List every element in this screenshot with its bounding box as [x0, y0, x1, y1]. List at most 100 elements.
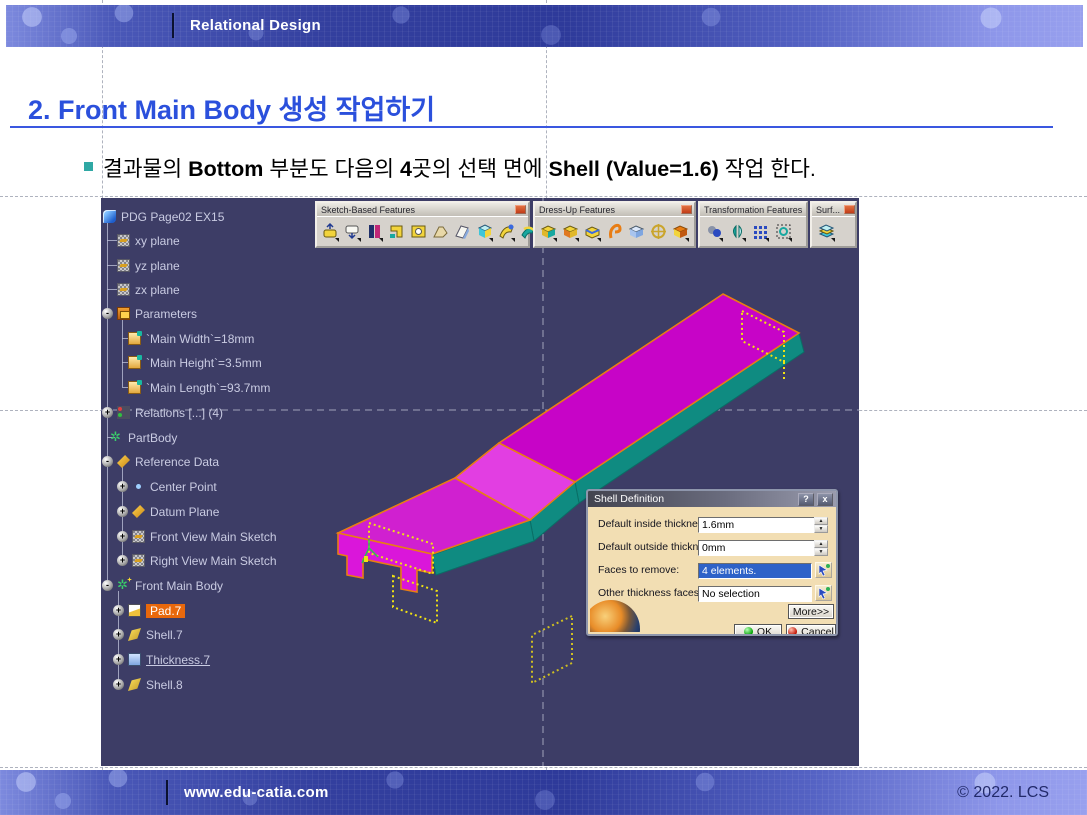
toolbar-title-bar[interactable]: Transformation Features [700, 203, 806, 216]
sweep-icon[interactable] [815, 219, 837, 244]
tree-line [107, 240, 117, 241]
spinner-control[interactable]: ▲ ▼ [814, 540, 828, 556]
edge-fillet-icon[interactable] [538, 219, 559, 244]
expand-node[interactable]: + [113, 654, 124, 665]
slide: Relational Design 2. Front Main Body 생성 … [0, 0, 1087, 815]
tree-item-center-point[interactable]: + Center Point [117, 479, 217, 494]
ok-button[interactable]: OK [734, 624, 782, 634]
page-title: 2. Front Main Body 생성 작업하기 [28, 95, 436, 125]
tree-line [107, 289, 117, 290]
rectangular-pattern-icon[interactable] [749, 219, 771, 244]
mirror-icon[interactable] [726, 219, 748, 244]
toolbar-sketch-based-features: Sketch-Based Features [315, 201, 536, 248]
expand-node[interactable]: + [117, 506, 128, 517]
tree-item-front-main-body[interactable]: -Front Main Body [102, 578, 223, 593]
expand-node[interactable]: + [117, 531, 128, 542]
toolbar-title-bar[interactable]: Surf... [812, 203, 855, 216]
spin-up-icon: ▲ [814, 540, 828, 548]
tree-item-right-view-main-sketch[interactable]: + Right View Main Sketch [117, 553, 277, 568]
faces-to-remove-input[interactable]: 4 elements. [698, 563, 812, 579]
axis-marker-origin [364, 556, 368, 562]
collapse-node[interactable]: - [102, 308, 113, 319]
multi-sections-solid-icon[interactable] [496, 219, 517, 244]
close-icon[interactable]: x [817, 492, 833, 506]
shell-icon[interactable] [582, 219, 603, 244]
chamfer-icon[interactable] [560, 219, 581, 244]
inside-thickness-input[interactable]: 1.6mm [698, 517, 828, 533]
shaft-icon[interactable] [364, 219, 385, 244]
expand-node[interactable]: + [113, 605, 124, 616]
outside-thickness-input[interactable]: 0mm [698, 540, 828, 556]
tree-item-main-length[interactable]: `Main Length`=93.7mm [128, 380, 270, 395]
expand-node[interactable]: + [102, 407, 113, 418]
slot-icon[interactable] [452, 219, 473, 244]
collapse-node[interactable]: - [102, 456, 113, 467]
toolbar-title-bar[interactable]: Dress-Up Features [535, 203, 694, 216]
toolbar-dress-up-features: Dress-Up Features [533, 201, 696, 248]
close-icon[interactable] [681, 205, 692, 214]
tree-item-shell8[interactable]: + Shell.8 [113, 677, 183, 692]
thickness-icon[interactable] [626, 219, 647, 244]
bullet-seg-bold: Bottom [188, 157, 264, 181]
toolbar-title-bar[interactable]: Sketch-Based Features [317, 203, 528, 216]
tree-item-parameters[interactable]: - Parameters [102, 306, 197, 321]
rib-icon[interactable] [430, 219, 451, 244]
expand-node[interactable]: + [113, 629, 124, 640]
dialog-title-bar[interactable]: Shell Definition ? x [588, 491, 836, 507]
tree-item-reference-data[interactable]: - Reference Data [102, 454, 219, 469]
expand-node[interactable]: + [113, 679, 124, 690]
bullet-seg: 작업 한다. [718, 157, 816, 181]
tree-item-pad7[interactable]: + Pad.7 [113, 603, 186, 618]
close-icon[interactable] [844, 205, 855, 214]
hole-icon[interactable] [408, 219, 429, 244]
shell-feature-icon [128, 678, 141, 691]
reference-data-icon [117, 455, 130, 468]
thread-tap-icon[interactable] [648, 219, 669, 244]
thickness-feature-icon [128, 653, 141, 666]
tree-item-datum-plane[interactable]: + Datum Plane [117, 504, 219, 519]
groove-icon[interactable] [386, 219, 407, 244]
tree-item-yz-plane[interactable]: yz plane [117, 258, 180, 273]
close-icon[interactable] [515, 205, 526, 214]
field-label: Faces to remove: [598, 564, 680, 576]
expand-node[interactable]: + [117, 481, 128, 492]
title-underline [10, 126, 1053, 128]
other-thickness-faces-input[interactable]: No selection [698, 586, 812, 602]
remove-face-icon[interactable] [670, 219, 691, 244]
scaling-icon[interactable] [772, 219, 794, 244]
tree-item-main-width[interactable]: `Main Width`=18mm [128, 331, 254, 346]
tree-item-root[interactable]: PDG Page02 EX15 [103, 209, 224, 224]
datum-plane-icon [132, 505, 145, 518]
cancel-button[interactable]: Cancel [786, 624, 836, 634]
draft-angle-icon[interactable] [604, 219, 625, 244]
stiffener-icon[interactable] [474, 219, 495, 244]
tree-item-partbody[interactable]: PartBody [110, 430, 177, 445]
plane-icon [117, 234, 130, 247]
tree-item-thickness7[interactable]: + Thickness.7 [113, 652, 210, 667]
face-picker-button[interactable] [815, 562, 832, 578]
tree-item-shell7[interactable]: + Shell.7 [113, 627, 183, 642]
bullet-seg-bold: Shell (Value=1.6) [548, 157, 719, 181]
pad-icon[interactable] [320, 219, 341, 244]
catia-screenshot: PDG Page02 EX15 xy plane yz plane zx pla… [101, 198, 859, 766]
tree-item-relations[interactable]: + Relations [...] (4) [102, 405, 223, 420]
face-picker-button[interactable] [815, 585, 832, 601]
tree-item-front-view-main-sketch[interactable]: + Front View Main Sketch [117, 529, 277, 544]
more-button[interactable]: More>> [788, 604, 834, 619]
pocket-icon[interactable] [342, 219, 363, 244]
part-icon [103, 210, 116, 223]
spinner-control[interactable]: ▲ ▼ [814, 517, 828, 533]
bullet-text: 결과물의 Bottom 부분도 다음의 4곳의 선택 면에 Shell (Val… [103, 152, 816, 183]
translation-icon[interactable] [703, 219, 725, 244]
header-tick [172, 13, 174, 38]
tree-line [122, 319, 123, 387]
expand-node[interactable]: + [117, 555, 128, 566]
relations-icon [117, 406, 130, 419]
header-banner: Relational Design [6, 5, 1083, 47]
tree-item-main-height[interactable]: `Main Height`=3.5mm [128, 355, 262, 370]
tree-item-zx-plane[interactable]: zx plane [117, 282, 180, 297]
collapse-node[interactable]: - [102, 580, 113, 591]
tree-item-xy-plane[interactable]: xy plane [117, 233, 180, 248]
parameter-icon [128, 331, 142, 345]
help-icon[interactable]: ? [798, 492, 814, 506]
